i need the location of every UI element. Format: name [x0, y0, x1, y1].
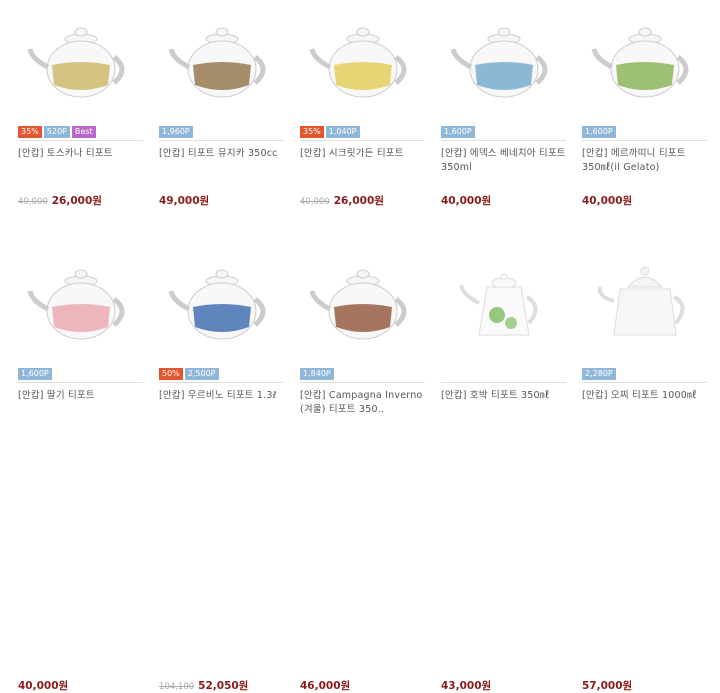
sale-price: 40,000원	[582, 195, 633, 207]
teapot-tuscany-icon[interactable]	[18, 10, 143, 110]
product-name-link[interactable]: [안캅] 우르비노 티포트 1.3ℓ	[159, 389, 284, 423]
badge-row: 35% 1,040P	[300, 126, 425, 138]
product-card[interactable]: [안캅] 호박 티포트 350㎖ 43,000원	[441, 252, 566, 692]
product-card[interactable]: 35% 1,040P [안캅] 시크릿가든 티포트 40,000 26,000원	[300, 10, 425, 207]
price-block: 57,000원	[582, 678, 632, 693]
product-name-link[interactable]: [안캅] 토스카나 티포트	[18, 147, 143, 181]
divider	[300, 382, 425, 383]
badge-row: 1,600P	[582, 126, 707, 138]
original-price: 40,000	[18, 197, 48, 207]
teapot-strawberry-icon[interactable]	[18, 252, 143, 352]
sale-price: 57,000원	[582, 680, 633, 692]
original-price: 40,000	[300, 197, 330, 207]
divider	[441, 140, 566, 141]
divider	[159, 140, 284, 141]
product-name-link[interactable]: [안캅] 딸기 티포트	[18, 389, 143, 423]
badge-row: 1,840P	[300, 368, 425, 380]
price-block: 49,000원	[159, 193, 209, 208]
divider	[18, 140, 143, 141]
product-name-link[interactable]: [안캅] Campagna Inverno (겨울) 티포트 350..	[300, 389, 425, 423]
product-card[interactable]: 1,600P [안캅] 메르까띠니 티포트 350㎖(il Gelato) 40,0…	[582, 10, 707, 207]
teapot-venezia-icon[interactable]	[441, 10, 566, 110]
teapot-mercatini-icon[interactable]	[582, 10, 707, 110]
product-card[interactable]: 1,840P [안캅] Campagna Inverno (겨울) 티포트 350…	[300, 252, 425, 692]
price-block: 104,100 52,050원	[159, 678, 248, 693]
badge-row: 35% 520P Best	[18, 126, 143, 138]
product-card[interactable]: 1,600P [안캅] 에덱스 베네치아 티포트 350ml 40,000원	[441, 10, 566, 207]
product-name-link[interactable]: [안캅] 에덱스 베네치아 티포트 350ml	[441, 147, 566, 181]
product-card[interactable]: 1,600P [안캅] 딸기 티포트 40,000원	[18, 252, 143, 692]
price-block: 40,000원	[582, 193, 632, 208]
divider	[582, 382, 707, 383]
badge-row: 1,960P	[159, 126, 284, 138]
price-block: 43,000원	[441, 678, 491, 693]
teapot-pumpkin-icon[interactable]	[441, 252, 566, 352]
pt-badge: 520P	[43, 126, 70, 138]
pt-badge: 2,500P	[184, 368, 219, 380]
badge-row: 50% 2,500P	[159, 368, 284, 380]
sale-badge: 35%	[300, 126, 324, 138]
badge-row: 1,600P	[18, 368, 143, 380]
sale-price: 46,000원	[300, 680, 351, 692]
sale-badge: 35%	[18, 126, 42, 138]
teapot-plain-white-icon[interactable]	[582, 252, 707, 352]
sale-price: 26,000원	[51, 195, 102, 207]
pt-badge: 1,960P	[159, 126, 193, 138]
sale-price: 49,000원	[159, 195, 210, 207]
sale-price: 40,000원	[441, 195, 492, 207]
price-block: 40,000원	[441, 193, 491, 208]
price-block: 40,000 26,000원	[300, 193, 384, 208]
price-block: 40,000 26,000원	[18, 193, 102, 208]
divider	[18, 382, 143, 383]
product-card[interactable]: 1,960P [안캅] 티포트 뮤지카 350cc 49,000원	[159, 10, 284, 207]
badge-row: 1,600P	[441, 126, 566, 138]
badge-row: 2,280P	[582, 368, 707, 380]
pt-badge: 1,600P	[18, 368, 52, 380]
teapot-urbino-icon[interactable]	[159, 252, 284, 352]
sale-price: 43,000원	[441, 680, 492, 692]
pt-badge: 1,600P	[582, 126, 616, 138]
pt-badge: 1,040P	[325, 126, 360, 138]
divider	[582, 140, 707, 141]
pt-badge: 2,280P	[582, 368, 616, 380]
product-grid: 35% 520P Best [안캅] 토스카나 티포트 40,000 26,000원 1,…	[0, 0, 720, 692]
divider	[441, 382, 566, 383]
price-block: 46,000원	[300, 678, 350, 693]
divider	[300, 140, 425, 141]
sale-price: 26,000원	[333, 195, 384, 207]
product-name-link[interactable]: [안캅] 티포트 뮤지카 350cc	[159, 147, 284, 181]
product-name-link[interactable]: [안캅] 시크릿가든 티포트	[300, 147, 425, 181]
original-price: 104,100	[159, 682, 195, 692]
product-card[interactable]: 35% 520P Best [안캅] 토스카나 티포트 40,000 26,000원	[18, 10, 143, 207]
teapot-secret-garden-icon[interactable]	[300, 10, 425, 110]
sale-price: 40,000원	[18, 680, 69, 692]
sale-price: 52,050원	[198, 680, 249, 692]
product-name-link[interactable]: [안캅] 호박 티포트 350㎖	[441, 389, 566, 423]
best-badge: Best	[71, 126, 96, 138]
price-block: 40,000원	[18, 678, 68, 693]
teapot-campagna-icon[interactable]	[300, 252, 425, 352]
product-name-link[interactable]: [안캅] 메르까띠니 티포트 350㎖(il Gelato)	[582, 147, 707, 181]
sale-badge: 50%	[159, 368, 183, 380]
divider	[159, 382, 284, 383]
pt-badge: 1,600P	[441, 126, 475, 138]
product-card[interactable]: 50% 2,500P [안캅] 우르비노 티포트 1.3ℓ 104,100 52,050…	[159, 252, 284, 692]
badge-row	[441, 368, 566, 380]
teapot-musica-icon[interactable]	[159, 10, 284, 110]
product-card[interactable]: 2,280P [안캅] 오찌 티포트 1000㎖ 57,000원	[582, 252, 707, 692]
pt-badge: 1,840P	[300, 368, 334, 380]
product-name-link[interactable]: [안캅] 오찌 티포트 1000㎖	[582, 389, 707, 423]
